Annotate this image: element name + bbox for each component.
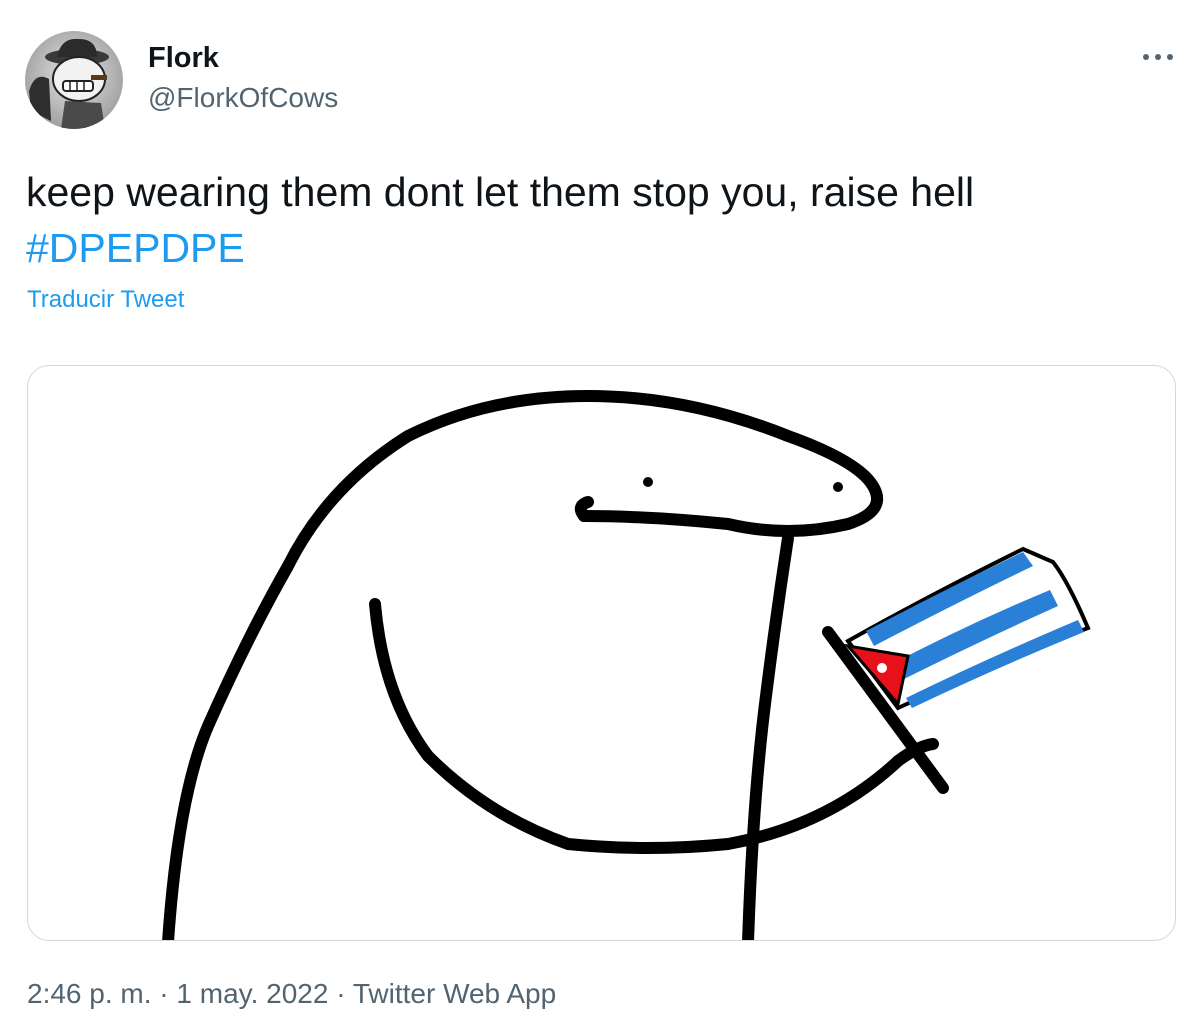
hashtag-link[interactable]: #DPEPDPE bbox=[26, 222, 245, 274]
author-name[interactable]: Flork bbox=[148, 42, 219, 75]
flork-drawing-image bbox=[162, 390, 1091, 940]
tweet-media[interactable] bbox=[27, 365, 1176, 941]
tweet-meta: 2:46 p. m. · 1 may. 2022 · Twitter Web A… bbox=[27, 978, 556, 1010]
tweet-source: Twitter Web App bbox=[352, 978, 557, 1009]
meta-separator: · bbox=[151, 978, 177, 1009]
cuban-flag bbox=[844, 546, 1091, 711]
more-options-button[interactable] bbox=[1138, 42, 1178, 72]
more-horizontal-icon bbox=[1143, 54, 1173, 60]
meta-separator: · bbox=[328, 978, 353, 1009]
tweet-time[interactable]: 2:46 p. m. bbox=[27, 978, 152, 1009]
tweet-text: keep wearing them dont let them stop you… bbox=[26, 169, 975, 215]
translate-tweet-link[interactable]: Traducir Tweet bbox=[27, 286, 184, 314]
tweet-date[interactable]: 1 may. 2022 bbox=[176, 978, 328, 1009]
author-handle[interactable]: @FlorkOfCows bbox=[148, 82, 338, 114]
avatar-image bbox=[25, 31, 123, 129]
avatar[interactable] bbox=[25, 31, 123, 129]
